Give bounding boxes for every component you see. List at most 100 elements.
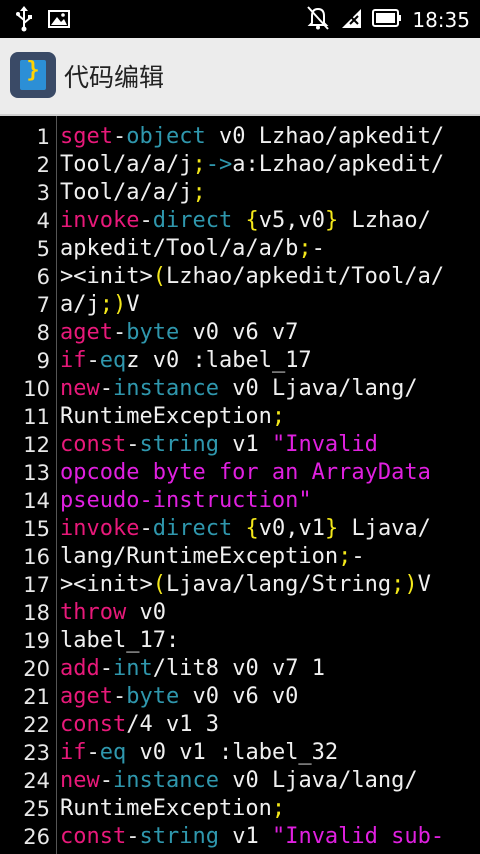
code-text: sget-object v0 Lzhao/apkedit/ — [60, 123, 444, 151]
code-token: v0,v1 — [258, 516, 325, 541]
code-token: opcode byte for an ArrayData — [60, 460, 431, 485]
code-token: { — [245, 516, 259, 541]
code-text: new-instance v0 Ljava/lang/ — [60, 767, 418, 795]
code-token: new — [60, 376, 100, 401]
code-token: object — [126, 124, 206, 149]
code-line[interactable]: 26 const-string v1 "Invalid sub- — [0, 823, 480, 851]
code-text: apkedit/Tool/a/a/b;- — [60, 235, 325, 263]
code-text: throw v0 — [60, 599, 166, 627]
line-number: 21 — [23, 685, 50, 709]
code-token: z v0 :label_17 — [126, 348, 312, 373]
code-token: if — [60, 740, 87, 765]
code-token: Lzhao/ — [338, 208, 431, 233]
code-line[interactable]: 12 const-string v1 "Invalid — [0, 431, 480, 459]
code-token: ; — [338, 544, 352, 569]
code-token: v1 — [218, 432, 272, 457]
code-line[interactable]: 3 Tool/a/a/j; — [0, 179, 480, 207]
code-line[interactable]: 25 RuntimeException; — [0, 795, 480, 823]
code-line[interactable]: 23 if-eq v0 v1 :label_32 — [0, 739, 480, 767]
code-line[interactable]: 15 invoke-direct {v0,v1} Ljava/ — [0, 515, 480, 543]
code-token: ><init> — [60, 572, 153, 597]
line-number: 2 — [36, 153, 50, 177]
code-token: v0 v1 :label_32 — [126, 740, 339, 765]
code-line[interactable]: 16 lang/RuntimeException;- — [0, 543, 480, 571]
code-token: v1 — [218, 824, 272, 849]
code-token: const — [60, 432, 127, 457]
code-line[interactable]: 24 new-instance v0 Ljava/lang/ — [0, 767, 480, 795]
code-token: v5,v0 — [258, 208, 325, 233]
line-number: 18 — [23, 601, 50, 625]
code-token: instance — [113, 768, 219, 793]
code-token: RuntimeException — [60, 796, 272, 821]
code-token: aget — [60, 320, 113, 345]
code-token: "Invalid sub- — [271, 824, 445, 849]
code-line[interactable]: 5 apkedit/Tool/a/a/b;- — [0, 235, 480, 263]
code-token: v0 v6 v7 — [179, 320, 299, 345]
code-line[interactable]: 10 new-instance v0 Ljava/lang/ — [0, 375, 480, 403]
code-token: } — [324, 208, 339, 233]
line-number: 17 — [23, 573, 50, 597]
code-token: const — [60, 824, 127, 849]
code-token: - — [99, 656, 113, 681]
code-line[interactable]: 21 aget-byte v0 v6 v0 — [0, 683, 480, 711]
status-left-icons — [14, 6, 70, 36]
code-line[interactable]: 7 a/j;)V — [0, 291, 480, 319]
code-line[interactable]: 14 pseudo-instruction" — [0, 487, 480, 515]
code-token: Tool/a/a/j — [60, 152, 193, 177]
code-token: a/j — [60, 292, 100, 317]
code-text: new-instance v0 Ljava/lang/ — [60, 375, 418, 403]
code-line[interactable]: 9 if-eqz v0 :label_17 — [0, 347, 480, 375]
code-text: aget-byte v0 v6 v0 — [60, 683, 298, 711]
code-token: byte — [126, 684, 180, 709]
code-line[interactable]: 4 invoke-direct {v5,v0} Lzhao/ — [0, 207, 480, 235]
line-number: 4 — [36, 209, 50, 233]
code-editor[interactable]: 1 sget-object v0 Lzhao/apkedit/2 Tool/a/a/… — [0, 116, 480, 854]
code-token: "Invalid — [271, 432, 378, 457]
code-line[interactable]: 19 label_17: — [0, 627, 480, 655]
code-line[interactable]: 8 aget-byte v0 v6 v7 — [0, 319, 480, 347]
app-bar: } 代码编辑 — [0, 38, 480, 116]
code-token: ; — [271, 796, 286, 821]
code-token: - — [99, 376, 113, 401]
code-text: RuntimeException; — [60, 403, 285, 431]
code-token: - — [99, 768, 113, 793]
code-line[interactable]: 13 opcode byte for an ArrayData — [0, 459, 480, 487]
code-token: apkedit/Tool/a/a/b — [60, 236, 299, 261]
line-number: 19 — [23, 629, 50, 653]
line-number: 9 — [36, 349, 50, 373]
code-text: add-int/lit8 v0 v7 1 — [60, 655, 325, 683]
code-line[interactable]: 17 ><init>(Ljava/lang/String;)V — [0, 571, 480, 599]
code-line[interactable]: 1 sget-object v0 Lzhao/apkedit/ — [0, 123, 480, 151]
code-token: - — [139, 208, 153, 233]
line-number: 11 — [23, 405, 50, 429]
code-line[interactable]: 22 const/4 v1 3 — [0, 711, 480, 739]
code-token: v0 Ljava/lang/ — [218, 376, 418, 401]
line-number: 26 — [23, 825, 50, 849]
code-token: invoke — [60, 516, 140, 541]
code-token: new — [60, 768, 100, 793]
line-number: 15 — [23, 517, 50, 541]
code-text: invoke-direct {v0,v1} Ljava/ — [60, 515, 431, 543]
code-token: sget — [60, 124, 113, 149]
code-line[interactable]: 6 ><init>(Lzhao/apkedit/Tool/a/ — [0, 263, 480, 291]
code-line[interactable]: 2 Tool/a/a/j;->a:Lzhao/apkedit/ — [0, 151, 480, 179]
code-text: aget-byte v0 v6 v7 — [60, 319, 298, 347]
code-token: { — [245, 208, 259, 233]
code-token: string — [139, 824, 219, 849]
code-token: const — [60, 712, 127, 737]
code-token: a:Lzhao/apkedit/ — [232, 152, 445, 177]
code-token: - — [86, 740, 100, 765]
code-text: Tool/a/a/j;->a:Lzhao/apkedit/ — [60, 151, 444, 179]
signal-icon — [340, 7, 362, 33]
code-line[interactable]: 18 throw v0 — [0, 599, 480, 627]
code-token: eq — [99, 740, 127, 765]
code-token: - — [139, 516, 153, 541]
code-line[interactable]: 11 RuntimeException; — [0, 403, 480, 431]
code-line[interactable]: 20 add-int/lit8 v0 v7 1 — [0, 655, 480, 683]
code-file-icon[interactable]: } — [10, 52, 56, 98]
line-number: 7 — [36, 293, 50, 317]
line-number: 1 — [36, 125, 50, 149]
image-icon — [48, 9, 70, 33]
code-token: ( — [152, 264, 166, 289]
code-text: a/j;)V — [60, 291, 140, 319]
